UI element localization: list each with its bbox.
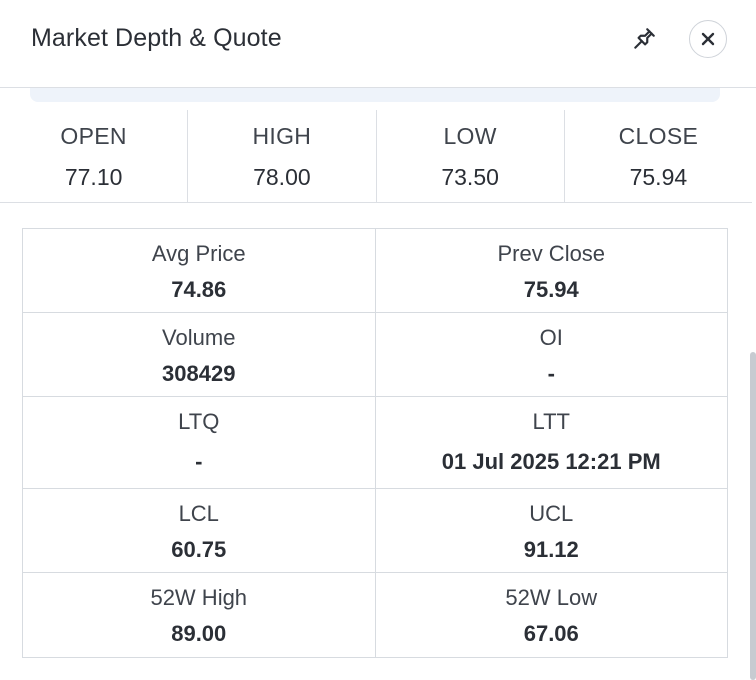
stat-ucl: UCL 91.12 [376, 489, 728, 572]
stat-label: Volume [162, 325, 236, 350]
stat-value: 75.94 [523, 277, 579, 302]
market-depth-panel: Market Depth & Quote OPEN 77.10 HIGH 78.… [0, 0, 756, 680]
stat-52w-high: 52W High 89.00 [23, 573, 376, 657]
ohlc-value: 75.94 [629, 164, 688, 190]
stat-value: 67.06 [523, 621, 579, 646]
pin-button[interactable] [625, 20, 663, 58]
close-button[interactable] [689, 20, 727, 58]
stat-value: - [547, 361, 555, 386]
stats-row: LTQ - LTT 01 Jul 2025 12:21 PM [23, 397, 727, 489]
ohlc-value: 73.50 [441, 164, 499, 190]
stat-value: 60.75 [171, 537, 227, 562]
ohlc-high: HIGH 78.00 [188, 110, 377, 202]
ohlc-label: HIGH [252, 123, 312, 149]
ohlc-low: LOW 73.50 [377, 110, 565, 202]
stat-label: 52W Low [505, 585, 598, 610]
stat-value: - [195, 449, 203, 474]
stat-ltt: LTT 01 Jul 2025 12:21 PM [376, 397, 728, 488]
stat-label: OI [539, 325, 563, 350]
ohlc-label: OPEN [60, 123, 127, 149]
stats-grid: Avg Price 74.86 Prev Close 75.94 Volume … [22, 228, 728, 658]
stat-value: 308429 [162, 361, 236, 386]
stat-lcl: LCL 60.75 [23, 489, 376, 572]
stat-oi: OI - [376, 313, 728, 396]
ohlc-value: 78.00 [253, 164, 311, 190]
stat-value: 01 Jul 2025 12:21 PM [441, 449, 661, 474]
stat-label: LCL [178, 501, 219, 526]
ohlc-row: OPEN 77.10 HIGH 78.00 LOW 73.50 CLOSE 75… [0, 110, 752, 203]
stat-volume: Volume 308429 [23, 313, 376, 396]
ohlc-label: LOW [443, 123, 497, 149]
scrollbar-thumb[interactable] [750, 352, 756, 680]
ohlc-value: 77.10 [64, 164, 123, 190]
stats-row: 52W High 89.00 52W Low 67.06 [23, 573, 727, 657]
ohlc-label: CLOSE [618, 123, 699, 149]
panel-title: Market Depth & Quote [31, 24, 282, 52]
stat-prev-close: Prev Close 75.94 [376, 229, 728, 312]
stat-label: 52W High [150, 585, 248, 610]
stat-label: LTT [532, 409, 570, 434]
stat-label: Avg Price [151, 241, 246, 266]
header-strip [30, 88, 720, 102]
stats-row: Avg Price 74.86 Prev Close 75.94 [23, 229, 727, 313]
panel-header: Market Depth & Quote [0, 0, 756, 88]
stats-row: Volume 308429 OI - [23, 313, 727, 397]
pin-icon [634, 28, 655, 49]
stat-ltq: LTQ - [23, 397, 376, 488]
close-icon [701, 32, 715, 46]
stat-value: 91.12 [523, 537, 579, 562]
stat-label: Prev Close [497, 241, 606, 266]
stat-value: 89.00 [171, 621, 227, 646]
stats-row: LCL 60.75 UCL 91.12 [23, 489, 727, 573]
stat-52w-low: 52W Low 67.06 [376, 573, 728, 657]
stat-label: LTQ [178, 409, 220, 434]
stat-avg-price: Avg Price 74.86 [23, 229, 376, 312]
stat-label: UCL [529, 501, 574, 526]
ohlc-close: CLOSE 75.94 [565, 110, 752, 202]
stat-value: 74.86 [171, 277, 227, 302]
ohlc-open: OPEN 77.10 [0, 110, 189, 202]
